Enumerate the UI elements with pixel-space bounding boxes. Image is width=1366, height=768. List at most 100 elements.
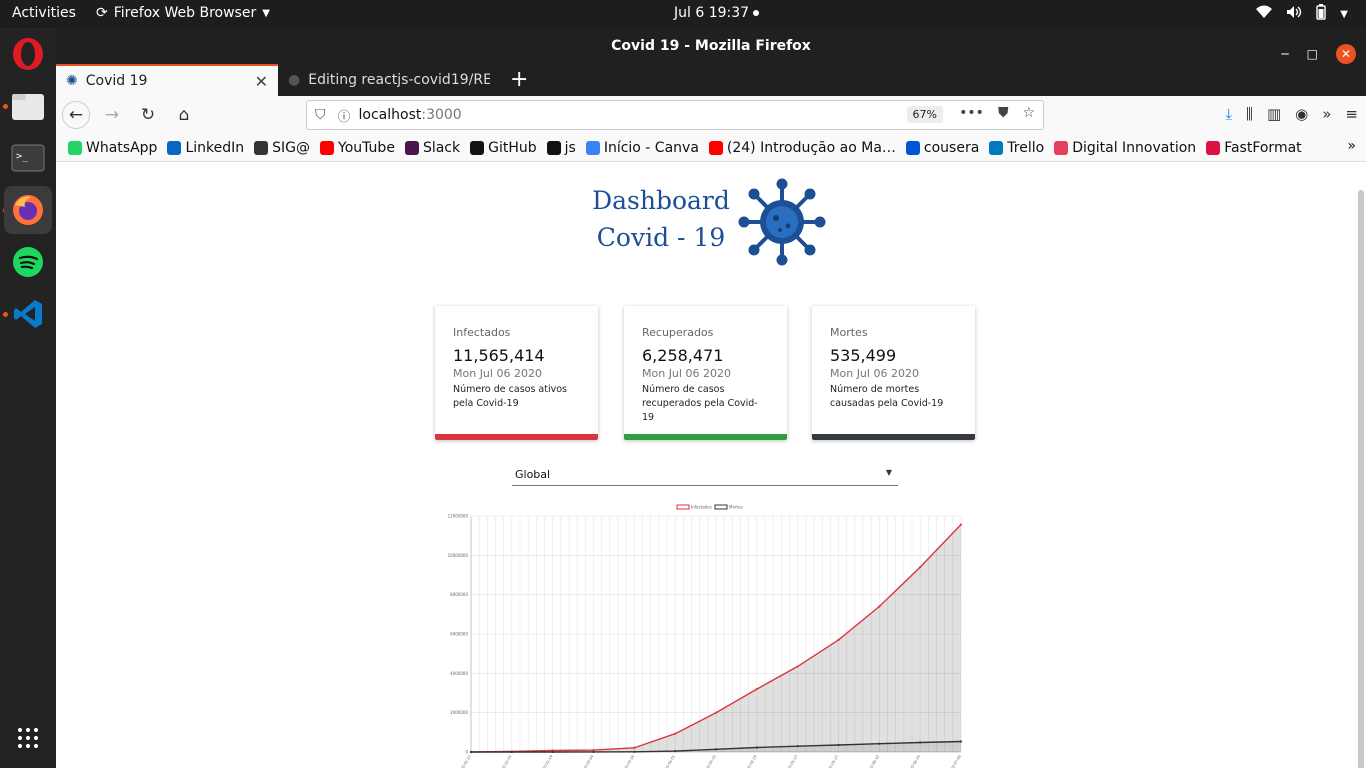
dashboard-header: Dashboard Covid - 19	[586, 178, 846, 272]
bookmark-label: FastFormat	[1224, 139, 1302, 156]
dock-vscode[interactable]	[4, 290, 52, 338]
chevron-down-icon: ▼	[262, 7, 270, 19]
bookmark-item[interactable]: Slack	[404, 139, 461, 156]
bookmark-item[interactable]: Início - Canva	[585, 139, 699, 156]
bookmark-item[interactable]: Trello	[989, 140, 1044, 156]
system-tray[interactable]: ▼	[1256, 4, 1348, 24]
bookmark-item[interactable]: WhatsApp	[68, 140, 157, 156]
sig-icon	[254, 140, 269, 155]
data-point	[919, 741, 922, 744]
page-actions-icon[interactable]: •••	[959, 105, 984, 121]
bookmark-item[interactable]: GitHub	[470, 140, 537, 156]
bookmark-label: js	[564, 139, 576, 156]
bookmark-label: Início - Canva	[603, 139, 699, 156]
opera-icon	[13, 38, 43, 70]
card-date: Mon Jul 06 2020	[453, 367, 542, 380]
card-title: Mortes	[830, 326, 868, 339]
card-value: 6,258,471	[642, 346, 724, 365]
card-date: Mon Jul 06 2020	[642, 367, 731, 380]
zoom-indicator[interactable]: 67%	[906, 106, 943, 123]
bookmark-item[interactable]: SIG@	[254, 140, 310, 156]
app-menu[interactable]: ⟳ Firefox Web Browser ▼	[96, 5, 270, 21]
data-point	[878, 605, 881, 608]
account-icon[interactable]: ◉	[1295, 105, 1308, 123]
x-tick-label: 2020-04-01	[662, 755, 676, 768]
dock-spotify[interactable]	[4, 238, 52, 286]
downloads-icon[interactable]: ⤓	[1225, 105, 1232, 123]
data-point	[755, 687, 758, 691]
new-tab-button[interactable]: +	[500, 64, 538, 96]
close-tab-icon[interactable]: ✕	[255, 72, 268, 91]
back-button[interactable]: ←	[62, 101, 90, 129]
data-point	[510, 750, 513, 754]
data-point	[755, 746, 758, 749]
url-bar[interactable]: ⛉ ⓘ localhost:3000 67% ••• ⛊ ☆	[306, 100, 1044, 130]
clock[interactable]: Jul 6 19:37	[674, 5, 760, 21]
card-accent-bar	[435, 434, 598, 440]
bookmark-item[interactable]: js	[546, 139, 576, 156]
firefox-icon	[13, 195, 43, 225]
firefox-small-icon: ⟳	[96, 5, 108, 21]
trello-icon	[989, 140, 1004, 155]
bookmark-label: cousera	[923, 139, 980, 156]
y-tick-label: 8000000	[450, 592, 468, 597]
dio-icon	[1054, 140, 1069, 155]
country-select[interactable]: Global ▼	[512, 464, 898, 486]
tab-covid19[interactable]: ✺ Covid 19 ✕	[56, 64, 278, 96]
data-point	[633, 746, 636, 749]
virus-favicon-icon: ✺	[66, 73, 78, 89]
bookmark-item[interactable]: (24) Introdução ao Ma…	[708, 139, 896, 156]
close-window-button[interactable]: ✕	[1336, 44, 1356, 64]
x-tick-label: 2020-05-13	[785, 755, 799, 768]
bookmarks-overflow-icon[interactable]: »	[1347, 138, 1356, 154]
bookmark-item[interactable]: cousera	[905, 139, 980, 156]
spotify-icon	[13, 247, 43, 277]
title-bar[interactable]: Covid 19 - Mozilla Firefox ─ □ ✕	[56, 28, 1366, 64]
bookmark-item[interactable]: FastFormat	[1206, 139, 1302, 156]
reload-button[interactable]: ↻	[134, 101, 162, 129]
overflow-icon[interactable]: »	[1322, 105, 1331, 123]
shield-icon: ⛉	[315, 107, 326, 123]
x-tick-label: 2020-04-15	[703, 755, 717, 768]
youtube-icon	[320, 140, 334, 155]
tab-label: Covid 19	[85, 73, 148, 89]
activities-button[interactable]: Activities	[12, 5, 76, 21]
data-point	[796, 745, 799, 748]
bookmark-star-icon[interactable]: ☆	[1022, 105, 1035, 121]
url-bar-actions: ••• ⛊ ☆	[959, 105, 1035, 121]
dock: >_	[0, 28, 56, 768]
toolbar-right: ⤓ ⫼ ▥ ◉ » ≡	[1225, 105, 1358, 123]
tab-editing-readme[interactable]: ● Editing reactjs-covid19/README.md	[278, 64, 500, 96]
bookmark-label: SIG@	[272, 139, 310, 156]
country-select-value: Global	[515, 468, 551, 481]
url-port: :3000	[421, 107, 462, 123]
data-point	[714, 748, 718, 751]
navigation-toolbar: ← → ↻ ⌂ ⛉ ⓘ localhost:3000 67% ••• ⛊ ☆ ⤓…	[56, 96, 1366, 134]
bookmark-label: (24) Introdução ao Ma…	[726, 139, 896, 156]
info-icon: ⓘ	[337, 109, 351, 125]
home-button[interactable]: ⌂	[170, 101, 198, 129]
card-recuperados: Recuperados 6,258,471 Mon Jul 06 2020 Nú…	[624, 306, 787, 440]
show-applications-button[interactable]	[4, 714, 52, 762]
page-scrollbar[interactable]	[1358, 190, 1364, 768]
dock-firefox[interactable]	[4, 186, 52, 234]
tab-label: Editing reactjs-covid19/README.md	[308, 72, 490, 88]
bookmark-item[interactable]: YouTube	[320, 140, 395, 156]
bookmark-item[interactable]: Digital Innovation	[1054, 140, 1196, 156]
dock-terminal[interactable]: >_	[4, 134, 52, 182]
bookmark-label: YouTube	[338, 139, 395, 156]
hamburger-menu-icon[interactable]: ≡	[1345, 105, 1358, 123]
sidebar-icon[interactable]: ▥	[1267, 105, 1281, 123]
library-icon[interactable]: ⫼	[1246, 105, 1253, 123]
dock-files[interactable]	[4, 82, 52, 130]
bookmark-item[interactable]: LinkedIn	[167, 140, 244, 156]
firefox-window: Covid 19 - Mozilla Firefox ─ □ ✕ ✺ Covid…	[56, 28, 1366, 768]
x-tick-label: 2020-03-18	[621, 754, 635, 768]
caret-down-icon: ▼	[885, 468, 892, 477]
bookmark-label: Slack	[422, 139, 461, 156]
pocket-icon[interactable]: ⛊	[998, 105, 1009, 121]
dock-opera[interactable]	[4, 30, 52, 78]
forward-button[interactable]: →	[98, 101, 126, 129]
y-tick-label: 6000000	[450, 632, 468, 637]
card-date: Mon Jul 06 2020	[830, 367, 919, 380]
